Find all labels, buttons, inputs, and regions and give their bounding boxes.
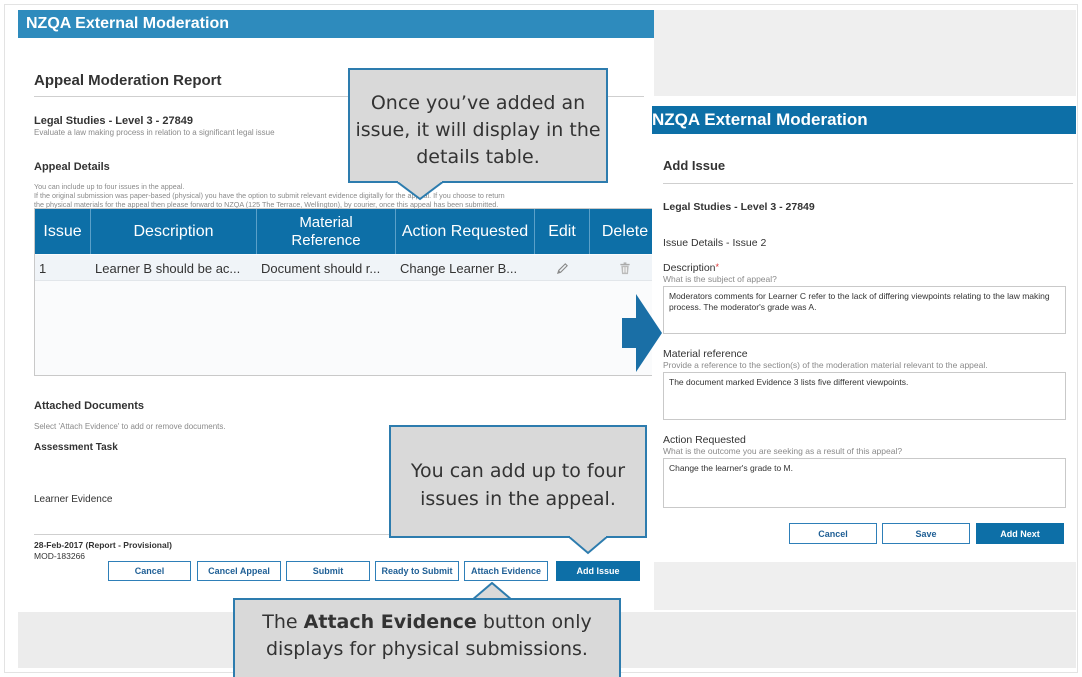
description-label-text: Description <box>663 262 716 274</box>
attached-documents-heading: Attached Documents <box>34 400 145 412</box>
callout-text: issue, it will display in the <box>355 119 601 141</box>
cell-material-reference: Document should r... <box>261 260 381 276</box>
issue-details-heading: Issue Details - Issue 2 <box>663 237 767 249</box>
description-label: Description* <box>663 262 719 274</box>
cancel-button[interactable]: Cancel <box>789 523 877 544</box>
callout-text: You can add up to four <box>410 460 626 482</box>
column-header-delete[interactable]: Delete <box>590 209 654 254</box>
add-next-button[interactable]: Add Next <box>976 523 1064 544</box>
course-title: Legal Studies - Level 3 - 27849 <box>34 115 193 127</box>
left-header-bar: NZQA External Moderation <box>18 10 654 38</box>
attach-evidence-button[interactable]: Attach Evidence <box>464 561 548 581</box>
attached-documents-hint: Select 'Attach Evidence' to add or remov… <box>34 422 226 431</box>
right-header-bar: NZQA External Moderation <box>652 106 1076 134</box>
learner-evidence-label: Learner Evidence <box>34 494 113 505</box>
column-header-issue[interactable]: Issue <box>35 209 91 254</box>
delete-button[interactable] <box>590 255 654 281</box>
action-requested-field[interactable]: Change the learner's grade to M. <box>663 458 1066 508</box>
cancel-appeal-button[interactable]: Cancel Appeal <box>197 561 281 581</box>
add-issue-title: Add Issue <box>663 158 726 173</box>
cell-action-requested: Change Learner B... <box>400 260 518 276</box>
page-title: Appeal Moderation Report <box>34 72 222 89</box>
column-header-edit[interactable]: Edit <box>535 209 590 254</box>
course-title: Legal Studies - Level 3 - 27849 <box>663 201 815 213</box>
callout-added-issue: Once you’ve added an issue, it will disp… <box>348 68 608 183</box>
add-issue-button[interactable]: Add Issue <box>556 561 640 581</box>
action-requested-hint: What is the outcome you are seeking as a… <box>663 446 903 456</box>
callout-prefix: The <box>262 611 304 633</box>
callout-text: issues in the appeal. <box>420 488 616 510</box>
table-header-row: Issue Description Material Reference Act… <box>35 209 654 254</box>
trash-icon[interactable] <box>619 261 631 275</box>
description-hint: What is the subject of appeal? <box>663 274 777 284</box>
material-reference-field[interactable]: The document marked Evidence 3 lists fiv… <box>663 372 1066 420</box>
callout-text: The Attach Evidence button only <box>235 609 619 636</box>
assessment-task-label: Assessment Task <box>34 442 118 453</box>
course-description: Evaluate a law making process in relatio… <box>34 128 275 137</box>
appeal-info-line: You can include up to four issues in the… <box>34 182 185 191</box>
column-header-action-requested[interactable]: Action Requested <box>396 209 535 254</box>
callout-four-issues: You can add up to four issues in the app… <box>389 425 647 538</box>
cell-issue: 1 <box>39 260 47 276</box>
report-date: 28-Feb-2017 (Report - Provisional) <box>34 540 172 550</box>
material-reference-label: Material reference <box>663 348 748 360</box>
add-issue-panel: NZQA External Moderation Add Issue Legal… <box>652 96 1076 562</box>
right-header-title: NZQA External Moderation <box>652 110 868 129</box>
cell-description: Learner B should be ac... <box>95 260 241 276</box>
column-header-description[interactable]: Description <box>91 209 257 254</box>
right-arrow-icon <box>622 294 662 372</box>
appeal-info-line: If the original submission was paper-bas… <box>34 191 505 200</box>
description-field[interactable]: Moderators comments for Learner C refer … <box>663 286 1066 334</box>
callout-text: Once you’ve added an <box>370 92 586 114</box>
submit-button[interactable]: Submit <box>286 561 370 581</box>
callout-pointer <box>568 536 608 555</box>
issues-table: Issue Description Material Reference Act… <box>34 208 654 376</box>
material-reference-hint: Provide a reference to the section(s) of… <box>663 360 988 370</box>
pencil-icon[interactable] <box>556 262 569 275</box>
column-header-material-reference[interactable]: Material Reference <box>257 209 396 254</box>
save-button[interactable]: Save <box>882 523 970 544</box>
callout-bold: Attach Evidence <box>303 611 477 633</box>
callout-suffix: button only <box>476 611 592 633</box>
divider <box>663 183 1073 184</box>
appeal-info-text: You can include up to four issues in the… <box>34 182 654 209</box>
left-header-title: NZQA External Moderation <box>26 15 229 32</box>
callout-text: details table. <box>416 146 540 168</box>
cancel-button[interactable]: Cancel <box>108 561 191 581</box>
ready-to-submit-button[interactable]: Ready to Submit <box>375 561 459 581</box>
moderation-id: MOD-183266 <box>34 551 86 561</box>
required-marker: * <box>715 262 720 272</box>
appeal-details-heading: Appeal Details <box>34 161 110 173</box>
callout-text: displays for physical submissions. <box>266 638 588 660</box>
edit-button[interactable] <box>535 255 590 281</box>
callout-pointer <box>396 181 446 201</box>
callout-attach-evidence: The Attach Evidence button only displays… <box>233 598 621 677</box>
table-row[interactable]: 1 Learner B should be ac... Document sho… <box>35 255 654 281</box>
action-requested-label: Action Requested <box>663 434 746 446</box>
